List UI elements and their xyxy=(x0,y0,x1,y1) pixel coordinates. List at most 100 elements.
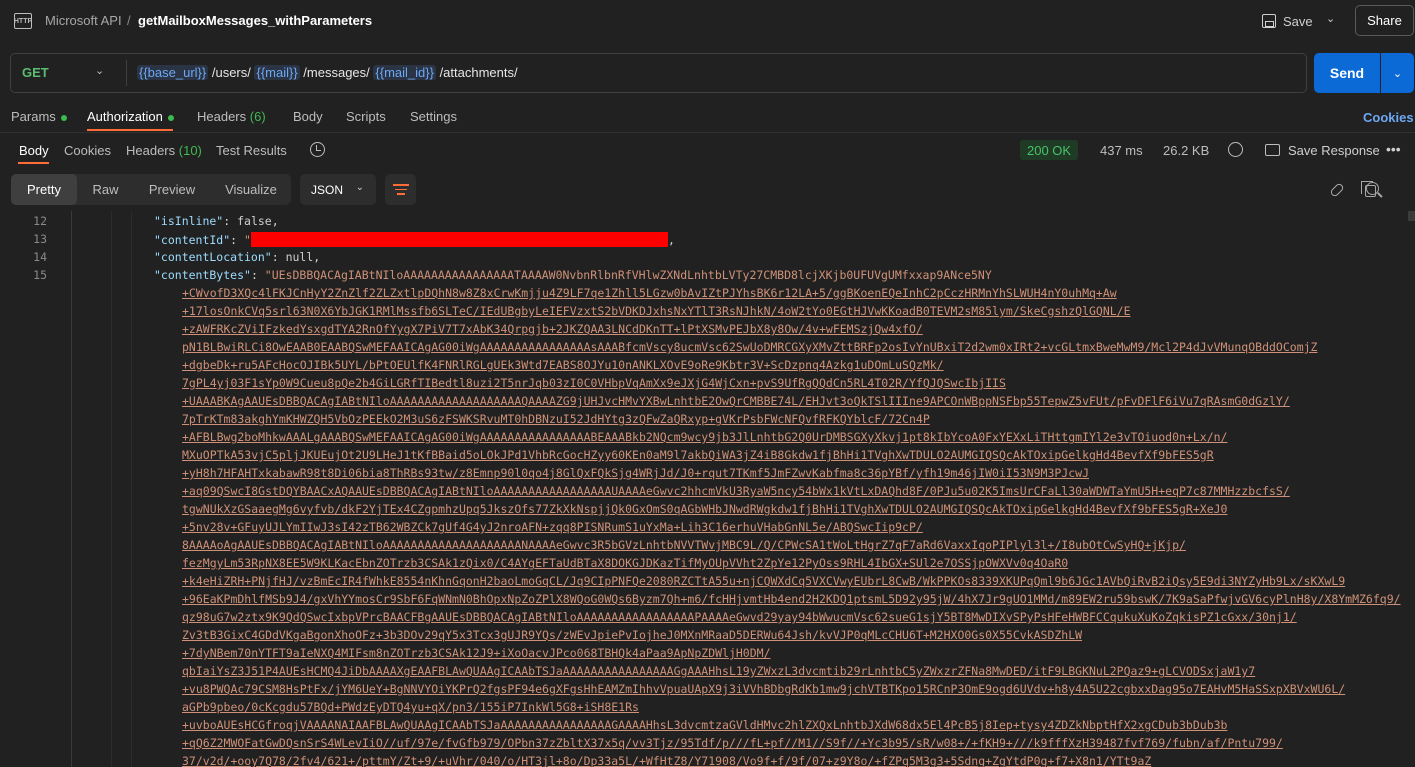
breadcrumb-collection[interactable]: Microsoft API xyxy=(45,13,122,28)
base64-line: +vu8PWQAc79CSM8HsPtFx/jYM6UeY+BgNNVYOiYK… xyxy=(182,682,1346,696)
breadcrumb-separator: / xyxy=(127,13,131,28)
indent-guide xyxy=(131,211,132,767)
tab-headers-label: Headers xyxy=(197,109,247,124)
base64-line: +7dyNBem70nYTFT9aIeNXQ4MIFsm8nZOTrzb3CSA… xyxy=(182,646,771,660)
base64-line: +5nv28v+GFuyUJLYmIIwJ3sI42zTB62WBZCk7gUf… xyxy=(182,520,923,534)
json-string-value: "UEsDBBQACAgIABtNIloAAAAAAAAAAAAAAAATAAA… xyxy=(264,268,992,282)
format-mode-group: Pretty Raw Preview Visualize xyxy=(11,174,291,205)
url-path-segment: /messages/ xyxy=(299,65,374,80)
base64-line: +k4eHiZRH+PNjfHJ/vzBmEcIR4fWhkE8554nKhnG… xyxy=(182,574,1346,588)
base64-line: +yH8h7HFAHTxkabawR98t8Di06bia8ThRBs93tw/… xyxy=(182,466,1089,480)
response-active-tab-underline xyxy=(18,162,49,164)
vertical-scrollbar[interactable] xyxy=(1408,211,1415,221)
base64-line: +zAWFRKcZViIFzkedYsxgdTYA2RnOfYygX7PiV7T… xyxy=(182,322,923,336)
request-tabs: Params Authorization Headers (6) Body Sc… xyxy=(0,104,1415,132)
more-options-icon[interactable]: ••• xyxy=(1386,141,1401,157)
response-headers-count: (10) xyxy=(178,143,202,158)
share-button[interactable]: Share xyxy=(1355,5,1414,36)
json-value: null xyxy=(285,250,314,264)
json-string-open: " xyxy=(244,233,251,247)
base64-line: 8AAAAoAgAAUEsDBBQACAgIABtNIloAAAAAAAAAAA… xyxy=(182,538,1186,552)
base64-line: +17losOnkCVq5srl63N0X6YbJGK1RMlMssfb6SLT… xyxy=(182,304,1131,318)
url-input[interactable]: {{base_url}} /users/ {{mail}} /messages/… xyxy=(137,65,518,80)
headers-count: (6) xyxy=(249,109,266,124)
base64-line: Zv3tB3GixC4GDdVKgaBgonXhoOFz+3b3DOv29qY5… xyxy=(182,628,1083,642)
send-button[interactable]: Send xyxy=(1314,53,1380,93)
tab-authorization-label: Authorization xyxy=(87,109,163,124)
save-dropdown-chevron-icon[interactable]: ⌄ xyxy=(1326,12,1335,25)
active-tab-underline xyxy=(87,129,173,131)
http-request-icon: HTTP xyxy=(14,13,32,29)
response-time[interactable]: 437 ms xyxy=(1100,143,1143,158)
json-value: false xyxy=(237,214,272,228)
code-line: "contentId": ", xyxy=(154,232,675,247)
base64-line: +dgbeDk+ru5AFcHocOJIBk5UYL/bPtOEUlfK4FNR… xyxy=(182,358,944,372)
url-path-segment: /users/ xyxy=(208,65,255,80)
line-number: 15 xyxy=(33,268,47,282)
network-globe-icon[interactable] xyxy=(1228,142,1243,157)
url-variable-mail-id[interactable]: {{mail_id}} xyxy=(373,65,436,80)
url-variable-base-url[interactable]: {{base_url}} xyxy=(137,65,209,80)
raw-button[interactable]: Raw xyxy=(83,174,128,205)
response-size[interactable]: 26.2 KB xyxy=(1163,143,1209,158)
save-response-button[interactable]: Save Response xyxy=(1288,143,1380,158)
base64-line: 7gPL4yj03F1sYp0W9Cueu8pQe2b4GiLGRfTIBedt… xyxy=(182,376,1006,390)
pretty-button[interactable]: Pretty xyxy=(11,174,77,205)
base64-line: +qQ6Z2MWOFatGwDQsnSrS4WLevIiO//uf/97e/fv… xyxy=(182,736,1283,750)
response-tab-cookies[interactable]: Cookies xyxy=(64,143,111,158)
format-select[interactable]: JSON ⌄ xyxy=(300,174,376,205)
json-key: "contentId" xyxy=(154,233,231,247)
base64-line: 37/v2d/+ooy7Q78/2fv4/621+/pttmY/Zt+9/+uV… xyxy=(182,754,1152,767)
base64-line: +96EaKPmDhlfMSb9J4/gxVhYYmosCr9SbF6FqWNm… xyxy=(182,592,1401,606)
format-chevron-down-icon: ⌄ xyxy=(355,182,364,193)
code-line: "contentBytes": "UEsDBBQACAgIABtNIloAAAA… xyxy=(154,268,992,282)
url-path-segment: /attachments/ xyxy=(435,65,518,80)
response-tab-body[interactable]: Body xyxy=(19,143,49,158)
tab-headers[interactable]: Headers (6) xyxy=(197,109,266,124)
tab-body[interactable]: Body xyxy=(293,109,323,124)
history-icon[interactable] xyxy=(310,142,325,157)
code-line: "isInline": false, xyxy=(154,214,279,228)
tab-authorization[interactable]: Authorization xyxy=(87,109,174,124)
params-indicator-dot xyxy=(60,114,67,121)
tab-params-label: Params xyxy=(11,109,56,124)
url-bar: GET ⌄ {{base_url}} /users/ {{mail}} /mes… xyxy=(10,53,1307,93)
http-method-select[interactable]: GET xyxy=(22,65,49,80)
preview-button[interactable]: Preview xyxy=(141,174,203,205)
wrap-filter-button[interactable] xyxy=(385,174,416,205)
search-icon[interactable] xyxy=(1366,182,1379,195)
base64-line: +CWvofD3XQc4lFKJCnHyY2ZnZlf2ZLZxtlpDQhN8… xyxy=(182,286,1117,300)
save-icon xyxy=(1262,14,1276,28)
base64-line: +UAAABKAgAAUEsDBBQACAgIABtNIloAAAAAAAAAA… xyxy=(182,394,1290,408)
response-tab-test-results[interactable]: Test Results xyxy=(216,143,287,158)
base64-line: fezMgyLm53RpNX8EE5W9KLKacEbnZOTrzb3CSAk1… xyxy=(182,556,1069,570)
base64-line: +aq09QSwcI8GstDQYBAACxAQAAUEsDBBQACAgIAB… xyxy=(182,484,1290,498)
base64-line: MXuOPTkA53vjC5pljJKUEujOt2U9LHeJ1tKfBBai… xyxy=(182,448,1214,462)
redaction-block xyxy=(250,232,668,247)
title-bar: HTTP Microsoft API / getMailboxMessages_… xyxy=(0,0,1415,42)
response-tab-headers[interactable]: Headers (10) xyxy=(126,143,202,158)
base64-line: +uvboAUEsHCGfroqjVAAAANAIAAFBLAwQUAAgICA… xyxy=(182,718,1228,732)
visualize-button[interactable]: Visualize xyxy=(217,174,285,205)
status-badge[interactable]: 200 OK xyxy=(1020,140,1079,160)
save-label: Save xyxy=(1283,13,1313,29)
tab-settings[interactable]: Settings xyxy=(410,109,457,124)
json-key: "contentBytes" xyxy=(154,268,251,282)
method-chevron-down-icon[interactable]: ⌄ xyxy=(95,64,104,77)
line-number: 12 xyxy=(33,214,47,228)
base64-line: tgwNUkXzGSaaegMg6vyfvb/dkF2YjTEx4CZgpmhz… xyxy=(182,502,1228,516)
base64-line: aGPb9pbeo/0cKcgdu57BQd+PWdzEyDTQ4yu+qX/p… xyxy=(182,700,639,714)
base64-line: pN1BLBwiRLCi8OwEAAB0EAABQSwMEFAAICAgAG00… xyxy=(182,340,1318,354)
breadcrumb-request-name[interactable]: getMailboxMessages_withParameters xyxy=(138,13,372,28)
save-response-icon xyxy=(1265,144,1280,156)
link-icon[interactable] xyxy=(1329,182,1345,198)
tab-scripts[interactable]: Scripts xyxy=(346,109,386,124)
send-dropdown-chevron-icon[interactable]: ⌄ xyxy=(1381,53,1414,93)
tab-params[interactable]: Params xyxy=(11,109,67,124)
response-tab-headers-label: Headers xyxy=(126,143,176,158)
response-body-viewer[interactable]: 12 13 14 15 "isInline": false, "contentI… xyxy=(0,211,1415,767)
cookies-link[interactable]: Cookies xyxy=(1363,110,1414,125)
url-variable-mail[interactable]: {{mail}} xyxy=(254,65,300,80)
save-button[interactable]: Save xyxy=(1262,9,1313,33)
line-number: 13 xyxy=(33,232,47,246)
